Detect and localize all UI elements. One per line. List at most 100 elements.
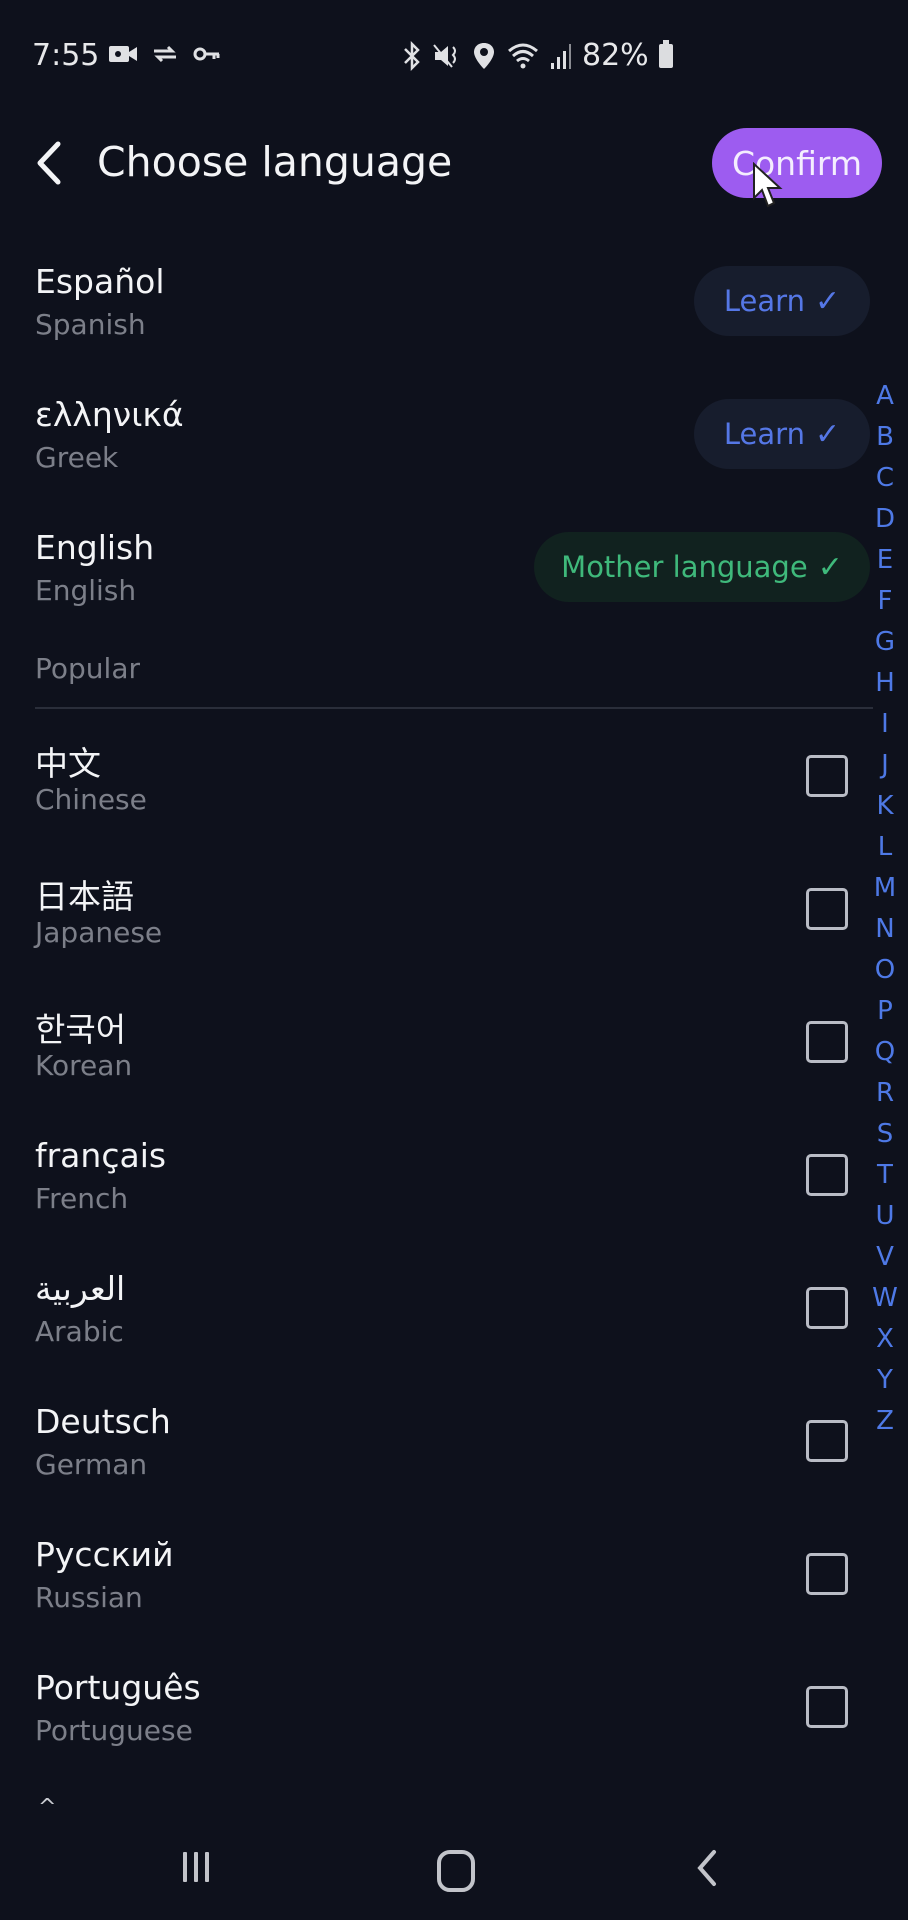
divider (35, 707, 873, 709)
language-english-name: Arabic (35, 1315, 124, 1348)
alphabet-index-letter[interactable]: X (876, 1319, 894, 1360)
alphabet-index-letter[interactable]: L (878, 827, 893, 868)
alphabet-index-letter[interactable]: A (876, 376, 894, 417)
check-icon: ✓ (814, 416, 841, 452)
language-english-name: Portuguese (35, 1714, 193, 1747)
language-native-name: 日本語 (35, 877, 134, 916)
language-checkbox[interactable] (806, 1287, 848, 1329)
chevron-left-icon (37, 141, 61, 185)
mother-language-badge[interactable]: Mother language ✓ (534, 532, 870, 602)
language-native-name: Русский (35, 1535, 174, 1574)
language-native-name: Español (35, 262, 165, 301)
alphabet-index-letter[interactable]: I (881, 704, 889, 745)
language-checkbox[interactable] (806, 888, 848, 930)
selected-language-row[interactable]: Español Spanish Learn ✓ (0, 262, 870, 372)
home-button[interactable] (437, 1850, 475, 1892)
language-checkbox[interactable] (806, 755, 848, 797)
language-native-name: français (35, 1136, 167, 1175)
language-checkbox[interactable] (806, 1420, 848, 1462)
back-icon (697, 1850, 716, 1886)
alphabet-index-letter[interactable]: F (878, 581, 893, 622)
language-row[interactable]: العربية Arabic (0, 1269, 870, 1379)
language-english-name: English (35, 574, 137, 607)
signal-icon (551, 43, 571, 69)
section-label-popular: Popular (35, 652, 140, 685)
language-checkbox[interactable] (806, 1021, 848, 1063)
alphabet-index-letter[interactable]: N (875, 909, 894, 950)
language-row[interactable]: 한국어 Korean (0, 1003, 870, 1113)
back-button[interactable] (30, 138, 70, 188)
alphabet-index-letter[interactable]: E (877, 540, 893, 581)
alphabet-index-letter[interactable]: P (877, 991, 893, 1032)
recents-icon-bar (205, 1852, 209, 1882)
status-bar: 7:55 82% (0, 0, 908, 110)
check-icon: ✓ (817, 549, 843, 585)
alphabet-index-letter[interactable]: K (876, 786, 893, 827)
location-icon (474, 42, 494, 69)
language-row[interactable]: 日本語 Japanese (0, 870, 870, 980)
language-checkbox[interactable] (806, 1686, 848, 1728)
wifi-icon (508, 43, 538, 68)
alphabet-index-letter[interactable]: T (877, 1155, 893, 1196)
language-english-name: Korean (35, 1049, 133, 1082)
language-english-name: French (35, 1182, 129, 1215)
recents-icon (183, 1852, 187, 1882)
recents-button[interactable] (183, 1852, 209, 1882)
alphabet-index-letter[interactable]: G (875, 622, 895, 663)
sync-icon (154, 45, 176, 63)
alphabet-index-letter[interactable]: J (881, 745, 889, 786)
language-row[interactable]: Русский Russian (0, 1535, 870, 1645)
learn-label: Learn (723, 417, 805, 451)
battery-percent: 82% (582, 38, 649, 73)
system-nav-bar (0, 1840, 908, 1920)
recents-icon-bar (194, 1852, 198, 1882)
alphabet-index-letter[interactable]: D (875, 499, 895, 540)
confirm-button[interactable]: Confirm (712, 128, 882, 198)
check-icon: ✓ (814, 283, 841, 319)
alphabet-index-letter[interactable]: S (877, 1114, 894, 1155)
status-right-icons: 82% (402, 38, 673, 73)
page-title: Choose language (97, 138, 453, 186)
language-row[interactable]: Deutsch German (0, 1402, 870, 1512)
battery-icon (658, 39, 673, 68)
language-english-name: Chinese (35, 783, 147, 816)
alphabet-index-letter[interactable]: Y (877, 1360, 893, 1401)
language-checkbox[interactable] (806, 1154, 848, 1196)
mute-vibrate-icon (433, 43, 456, 68)
learn-badge[interactable]: Learn ✓ (694, 399, 870, 469)
alphabet-index-letter[interactable]: Q (875, 1032, 895, 1073)
selected-language-row[interactable]: English English Mother language ✓ (0, 528, 870, 638)
language-row[interactable]: 中文 Chinese (0, 737, 870, 847)
bluetooth-icon (404, 40, 420, 71)
alphabet-index-letter[interactable]: V (876, 1237, 894, 1278)
language-native-name: Deutsch (35, 1402, 171, 1441)
scroll-up-indicator[interactable]: ^ (38, 1795, 56, 1820)
alphabet-index-letter[interactable]: W (872, 1278, 898, 1319)
language-english-name: German (35, 1448, 148, 1481)
language-english-name: Japanese (35, 916, 163, 949)
alphabet-index-letter[interactable]: O (875, 950, 895, 991)
alphabet-index-letter[interactable]: R (876, 1073, 894, 1114)
alphabet-index-letter[interactable]: U (875, 1196, 894, 1237)
nav-back-button[interactable] (694, 1848, 720, 1892)
selected-language-row[interactable]: ελληνικά Greek Learn ✓ (0, 395, 870, 505)
learn-label: Learn (723, 284, 805, 318)
alphabet-index-letter[interactable]: B (876, 417, 894, 458)
alphabet-index-letter[interactable]: C (876, 458, 894, 499)
alphabet-index-letter[interactable]: Z (876, 1401, 894, 1442)
language-row[interactable]: français French (0, 1136, 870, 1246)
language-native-name: Português (35, 1668, 201, 1707)
mother-language-label: Mother language (561, 550, 808, 584)
language-english-name: Russian (35, 1581, 143, 1614)
language-native-name: English (35, 528, 155, 567)
language-checkbox[interactable] (806, 1553, 848, 1595)
alphabet-index[interactable]: ABCDEFGHIJKLMNOPQRSTUVWXYZ (872, 376, 898, 1442)
alphabet-index-letter[interactable]: H (875, 663, 895, 704)
language-row[interactable]: Português Portuguese (0, 1668, 870, 1778)
status-time: 7:55 (32, 38, 100, 73)
alphabet-index-letter[interactable]: M (874, 868, 896, 909)
language-native-name: ελληνικά (35, 395, 184, 434)
language-native-name: 한국어 (35, 1010, 127, 1049)
status-left-icons (108, 42, 222, 66)
learn-badge[interactable]: Learn ✓ (694, 266, 870, 336)
